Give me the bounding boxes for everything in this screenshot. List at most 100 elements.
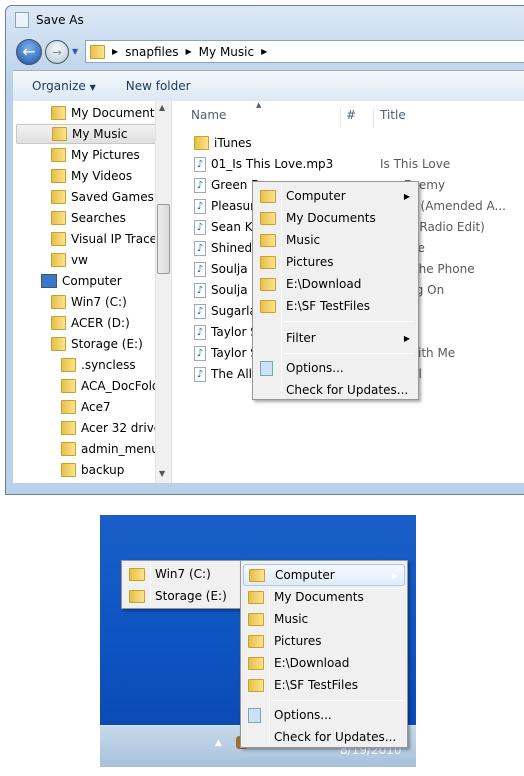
file-row[interactable]: ♪ Soulja B	[194, 280, 260, 300]
pictures-folder-icon	[260, 255, 276, 269]
breadcrumb-item[interactable]: My Music	[199, 45, 254, 59]
menu-item-filter[interactable]: Filter ▶	[255, 327, 416, 349]
folder-icon	[51, 169, 66, 183]
tree-item[interactable]: vw	[51, 250, 88, 270]
menu-item[interactable]: E:\SF TestFiles	[243, 674, 405, 696]
back-button[interactable]: ←	[16, 39, 42, 65]
chevron-right-icon: ▶	[391, 570, 398, 580]
folder-icon	[260, 277, 276, 291]
scroll-down-icon[interactable]: ▼	[159, 469, 165, 478]
folder-icon	[248, 656, 264, 670]
menu-item[interactable]: Pictures	[255, 251, 416, 273]
audio-file-icon: ♪	[194, 261, 206, 277]
documents-folder-icon	[260, 211, 276, 225]
file-row[interactable]: ♪ Taylor S	[194, 343, 258, 363]
tree-item[interactable]: My Music	[16, 124, 156, 144]
scroll-up-icon[interactable]: ▲	[159, 103, 165, 112]
menu-item[interactable]: My Documents	[243, 586, 405, 608]
chevron-right-icon[interactable]: ▶	[261, 47, 267, 56]
window-title: Save As	[36, 13, 84, 27]
submenu-item[interactable]: Storage (E:)	[124, 585, 241, 607]
file-name: Sean Ki	[211, 220, 256, 234]
menu-item-label: Computer	[286, 189, 346, 203]
tree-item[interactable]: Searches	[51, 208, 126, 228]
tree-item[interactable]: admin_menu	[61, 439, 159, 459]
menu-item[interactable]: Computer ▶	[255, 185, 416, 207]
menu-item-check-updates[interactable]: Check for Updates...	[243, 726, 405, 748]
file-row[interactable]: iTunes	[194, 133, 252, 153]
file-name: 01_Is This Love.mp3	[211, 157, 334, 171]
submenu-item[interactable]: Win7 (C:)	[124, 563, 241, 585]
menu-item-label: E:\SF TestFiles	[274, 678, 358, 692]
submenu-item-label: Win7 (C:)	[155, 567, 211, 581]
scroll-thumb[interactable]	[157, 204, 170, 274]
file-name: Taylor S	[211, 346, 258, 360]
address-bar[interactable]: ▶ snapfiles ▶ My Music ▶	[85, 40, 524, 63]
menu-item[interactable]: Pictures	[243, 630, 405, 652]
forward-button[interactable]: →	[45, 40, 69, 64]
tree-item[interactable]: Visual IP Trace	[51, 229, 157, 249]
file-row[interactable]: ♪ The All-	[194, 364, 256, 384]
history-dropdown-icon[interactable]: ▼	[72, 47, 78, 56]
tree-item[interactable]: backup	[61, 460, 124, 480]
folder-icon	[61, 358, 76, 372]
column-number[interactable]: #	[340, 108, 356, 128]
music-folder-icon	[90, 44, 105, 59]
file-row[interactable]: ♪ Sean Ki	[194, 217, 256, 237]
tree-item[interactable]: Win7 (C:)	[51, 292, 127, 312]
column-name[interactable]: Name	[191, 108, 226, 122]
new-folder-button[interactable]: New folder	[126, 79, 191, 93]
menu-item-options[interactable]: Options...	[243, 704, 405, 726]
tree-scrollbar[interactable]: ▲ ▼	[155, 101, 171, 483]
organize-button[interactable]: Organize ▼	[32, 79, 96, 93]
menu-item[interactable]: Computer ▶	[243, 564, 405, 586]
file-row[interactable]: ♪ Shinedo	[194, 238, 260, 258]
tree-item-label: .syncless	[81, 358, 136, 372]
menu-item[interactable]: Music	[243, 608, 405, 630]
tree-item[interactable]: ACER (D:)	[51, 313, 130, 333]
folder-icon	[61, 421, 76, 435]
file-title: Is This Love	[380, 157, 451, 171]
tree-item[interactable]: Computer	[41, 271, 122, 291]
sort-ascending-icon: ▲	[256, 101, 262, 109]
file-row[interactable]: ♪ Sugarla	[194, 301, 257, 321]
tree-item[interactable]: My Videos	[51, 166, 132, 186]
chevron-right-icon[interactable]: ▶	[112, 47, 118, 56]
breadcrumb-item[interactable]: snapfiles	[125, 45, 178, 59]
file-row[interactable]: ♪ 01_Is This Love.mp3	[194, 154, 333, 174]
menu-item-check-updates[interactable]: Check for Updates...	[255, 379, 416, 401]
tree-item-label: ACA_DocFold	[81, 379, 160, 393]
menu-item[interactable]: Music	[255, 229, 416, 251]
tree-item[interactable]: My Pictures	[51, 145, 140, 165]
file-row[interactable]: ♪ Green D	[194, 175, 260, 195]
tree-item[interactable]: Acer 32 drive	[61, 418, 161, 438]
folder-icon	[51, 253, 66, 267]
menu-item[interactable]: E:\Download	[243, 652, 405, 674]
menu-item-label: My Documents	[274, 590, 364, 604]
tree-item[interactable]: .syncless	[61, 355, 136, 375]
file-row[interactable]: ♪ Soulja B	[194, 259, 260, 279]
folder-icon	[51, 232, 66, 246]
menu-item[interactable]: E:\Download	[255, 273, 416, 295]
menu-item-label: Filter	[286, 331, 316, 345]
chevron-right-icon[interactable]: ▶	[186, 47, 192, 56]
menu-item[interactable]: My Documents	[255, 207, 416, 229]
tree-item[interactable]: Saved Games	[51, 187, 154, 207]
column-title[interactable]: Title	[373, 108, 406, 128]
menu-item[interactable]: E:\SF TestFiles	[255, 295, 416, 317]
drive-icon	[129, 589, 145, 603]
show-hidden-icons-icon[interactable]: ▲	[215, 738, 222, 748]
tree-item[interactable]: Ace7	[61, 397, 111, 417]
menu-item-label: My Documents	[286, 211, 376, 225]
tree-item[interactable]: Storage (E:)	[51, 334, 143, 354]
tree-item[interactable]: My Documents	[51, 103, 161, 123]
menu-item-label: Pictures	[286, 255, 334, 269]
folder-icon	[51, 337, 66, 351]
menu-item-options[interactable]: Options...	[255, 357, 416, 379]
tree-item-label: Ace7	[81, 400, 111, 414]
audio-file-icon: ♪	[194, 219, 206, 235]
file-row[interactable]: ♪ Taylor S	[194, 322, 258, 342]
file-row[interactable]: ♪ Pleasur	[194, 196, 255, 216]
tree-item[interactable]: ACA_DocFold	[61, 376, 160, 396]
context-menu: Computer ▶ My Documents Music Pictures E:\Dow…	[252, 181, 419, 400]
